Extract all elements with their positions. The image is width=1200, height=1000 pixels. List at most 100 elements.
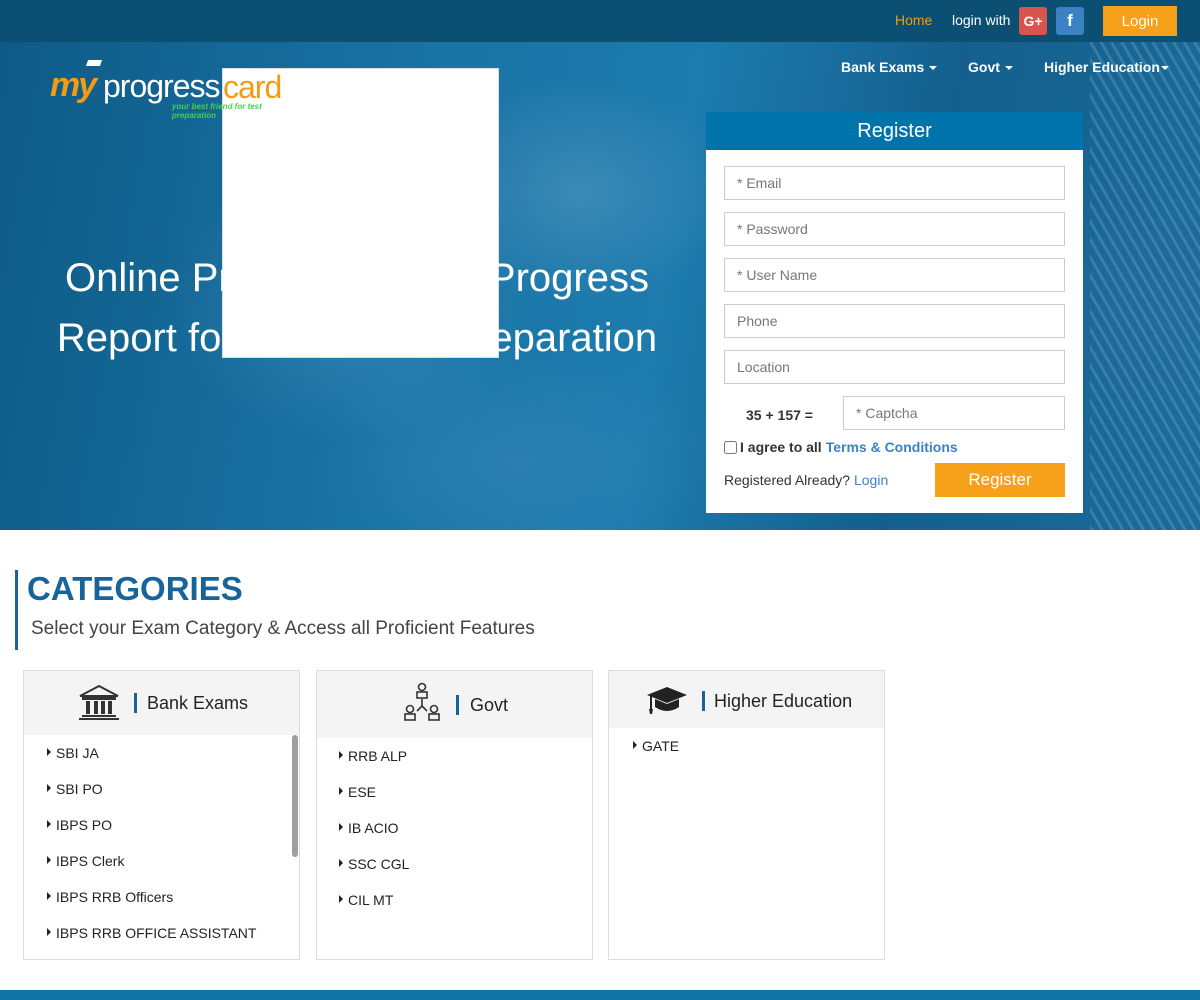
caret-down-icon [1004,66,1013,71]
nav-govt[interactable]: Govt [968,59,1013,75]
exam-item-sbi-po[interactable]: SBI PO [47,781,256,817]
category-card-header[interactable]: Bank Exams [24,671,299,735]
facebook-icon: f [1067,11,1073,30]
bank-icon [79,684,119,720]
exam-label: ESE [348,784,377,800]
caret-right-icon [47,748,51,756]
terms-checkbox[interactable] [724,440,737,454]
google-plus-login-button[interactable]: G+ [1019,7,1047,35]
caret-right-icon [339,751,343,759]
caret-right-icon [47,820,51,828]
login-button[interactable]: Login [1103,6,1177,36]
category-card-title: Govt [470,695,509,715]
login-with-label: login with [952,12,1011,28]
categories-subtitle: Select your Exam Category & Access all P… [31,618,535,639]
category-card-title: Higher Education [714,691,853,711]
site-logo[interactable]: my progress card your best friend for te… [50,60,499,358]
category-card-bank-exams: Bank Exams SBI JA SBI PO IBPS PO IBPS Cl… [23,670,300,960]
exam-item-sbi-ja[interactable]: SBI JA [47,745,256,781]
nav-label: Higher Education [1044,59,1160,75]
phone-input[interactable] [724,304,1065,338]
exam-item-ibps-po[interactable]: IBPS PO [47,817,256,853]
caret-right-icon [47,928,51,936]
exam-label: RRB ALP [348,748,408,764]
register-submit-button[interactable]: Register [935,463,1065,497]
exam-item-rrb-alp[interactable]: RRB ALP [339,748,409,784]
exam-list: RRB ALP ESE IB ACIO SSC CGL CIL MT [339,748,409,928]
category-card-govt: Govt RRB ALP ESE IB ACIO SSC CGL CIL MT [316,670,593,960]
title-divider [702,691,705,711]
exam-item-ib-acio[interactable]: IB ACIO [339,820,409,856]
register-form: Register 35 + 157 = I agree to all Terms… [706,112,1083,513]
exam-item-ibps-rrb-officers[interactable]: IBPS RRB Officers [47,889,256,925]
headline-line-2: Report for Your Exam Preparation [56,316,658,360]
caret-right-icon [47,856,51,864]
graduation-cap-icon [647,687,687,714]
caret-right-icon [339,895,343,903]
exam-label: CIL MT [348,892,394,908]
title-divider [456,695,459,715]
list-scrollbar[interactable] [292,735,298,857]
home-link[interactable]: Home [895,12,932,28]
category-card-header[interactable]: Govt [317,671,592,738]
exam-label: IBPS Clerk [56,853,125,869]
nav-higher-education[interactable]: Higher Education [1044,59,1169,75]
logo-my: my [50,66,97,104]
exam-item-ssc-cgl[interactable]: SSC CGL [339,856,409,892]
category-card-higher-education: Higher Education GATE [608,670,885,960]
hero-background-pattern [1090,42,1200,530]
categories-header: CATEGORIES Select your Exam Category & A… [15,570,615,650]
registered-already: Registered Already? Login [724,472,888,488]
exam-item-ibps-rrb-office-assistant[interactable]: IBPS RRB OFFICE ASSISTANT [47,925,256,961]
exam-list: SBI JA SBI PO IBPS PO IBPS Clerk IBPS RR… [47,745,256,961]
caret-right-icon [47,892,51,900]
categories-title: CATEGORIES [27,570,243,607]
logo-tagline: your best friend for test preparation [172,102,262,120]
exam-item-gate[interactable]: GATE [633,738,679,774]
caret-right-icon [339,859,343,867]
caret-right-icon [47,784,51,792]
category-card-title: Bank Exams [147,693,249,713]
register-login-link[interactable]: Login [854,472,888,488]
exam-label: IBPS RRB Officers [56,889,174,905]
password-input[interactable] [724,212,1065,246]
nav-label: Govt [968,59,1000,75]
org-chart-icon [404,682,440,721]
footer-strip [0,990,1200,1000]
exam-label: IBPS PO [56,817,113,833]
caret-down-icon [929,66,938,71]
nav-bank-exams[interactable]: Bank Exams [841,59,938,75]
exam-label: SBI PO [56,781,103,797]
terms-agreement: I agree to all Terms & Conditions [724,439,958,455]
category-card-header[interactable]: Higher Education [609,671,884,728]
caret-down-icon [1160,66,1169,71]
top-bar: Home login with G+ f Login [0,0,1200,42]
hero-headline: Online Practice Tests & Progress Report … [22,248,692,368]
exam-item-cil-mt[interactable]: CIL MT [339,892,409,928]
agree-text: I agree to all [740,439,822,455]
captcha-input[interactable] [843,396,1065,430]
exam-item-ese[interactable]: ESE [339,784,409,820]
registered-already-text: Registered Already? [724,472,851,488]
exam-label: GATE [642,738,680,754]
terms-link[interactable]: Terms & Conditions [826,439,958,455]
logo-progress: progress [103,68,220,104]
email-input[interactable] [724,166,1065,200]
facebook-login-button[interactable]: f [1056,7,1084,35]
caret-right-icon [633,741,637,749]
nav-label: Bank Exams [841,59,925,75]
headline-line-1: Online Practice Tests & Progress [65,256,649,300]
caret-right-icon [339,787,343,795]
register-title: Register [706,112,1083,150]
title-divider [134,693,137,713]
exam-label: IB ACIO [348,820,399,836]
caret-right-icon [339,823,343,831]
exam-label: SBI JA [56,745,99,761]
exam-list: GATE [633,738,679,774]
exam-item-ibps-clerk[interactable]: IBPS Clerk [47,853,256,889]
captcha-question: 35 + 157 = [746,407,813,423]
username-input[interactable] [724,258,1065,292]
google-plus-icon: G+ [1023,13,1043,29]
exam-label: SSC CGL [348,856,410,872]
location-input[interactable] [724,350,1065,384]
